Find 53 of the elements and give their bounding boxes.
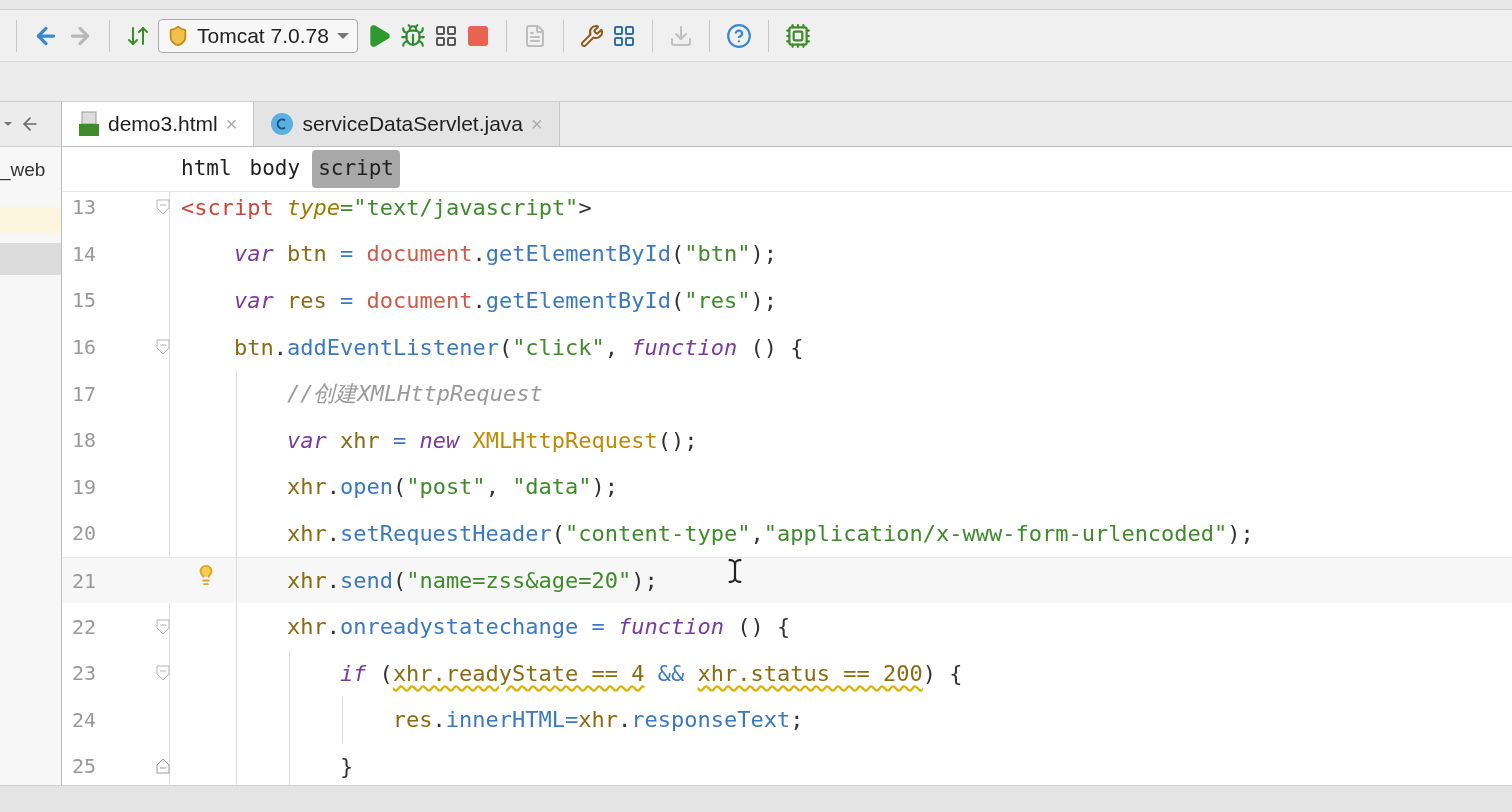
fold-marker-icon[interactable] — [155, 199, 170, 216]
code-line: var xhr = new XMLHttpRequest(); — [286, 426, 698, 455]
tab-label: demo3.html — [108, 111, 218, 138]
fold-marker-icon[interactable] — [155, 618, 170, 635]
editor-tab[interactable]: serviceDataServlet.java × — [254, 102, 560, 146]
breadcrumb[interactable]: body — [243, 150, 307, 188]
breadcrumb[interactable]: html — [175, 150, 238, 188]
line-number: 19 — [71, 473, 98, 501]
code-line: //创建XMLHttpRequest — [286, 380, 543, 409]
line-number: 15 — [71, 287, 98, 315]
breadcrumb[interactable]: script — [312, 150, 400, 188]
line-number: 14 — [71, 240, 98, 268]
line-number: 22 — [71, 613, 98, 641]
tab-label: serviceDataServlet.java — [302, 111, 523, 138]
project-name[interactable]: _web — [0, 155, 46, 185]
line-number: 21 — [71, 567, 98, 595]
caret-icon — [4, 122, 12, 126]
help-icon[interactable] — [725, 22, 752, 49]
fold-marker-icon[interactable] — [155, 339, 170, 356]
coverage-icon[interactable] — [433, 23, 458, 48]
code-line: } — [339, 752, 354, 781]
fold-marker-icon[interactable] — [155, 758, 170, 775]
line-number: 23 — [71, 660, 98, 688]
code-line: xhr.setRequestHeader("content-type","application/x-www-form-urlencoded"); — [286, 519, 1254, 548]
code-line: var btn = document.getElementById("btn"); — [233, 240, 778, 269]
line-number: 20 — [71, 520, 98, 548]
chip-icon[interactable] — [784, 22, 811, 49]
run-config-dropdown[interactable]: Tomcat 7.0.78 — [158, 18, 358, 53]
line-number: 24 — [71, 706, 98, 734]
download-icon[interactable] — [668, 23, 693, 48]
html-file-icon — [78, 111, 100, 137]
code-line: res.innerHTML=xhr.responseText; — [392, 706, 804, 735]
settings-icon[interactable] — [579, 23, 604, 48]
code-line: xhr.onreadystatechange = function () { — [286, 613, 791, 642]
fold-marker-icon[interactable] — [155, 665, 170, 682]
line-number: 13 — [71, 194, 98, 222]
code-line: var res = document.getElementById("res"); — [233, 287, 778, 315]
code-line: btn.addEventListener("click", function () { — [233, 333, 804, 362]
line-number: 25 — [71, 753, 98, 781]
code-line: xhr.open("post", "data"); — [286, 473, 619, 502]
line-number: 17 — [71, 380, 98, 408]
code-line: <script type="text/javascript"> — [181, 193, 592, 222]
code-line: xhr.send("name=zss&age=20"); — [286, 567, 658, 596]
stop-icon[interactable] — [465, 23, 490, 48]
caret-icon — [336, 32, 349, 39]
line-number: 18 — [71, 427, 98, 455]
code-line: if (xhr.readyState == 4 && xhr.status == 200) { — [339, 659, 963, 688]
structure-icon[interactable] — [611, 23, 636, 48]
shield-icon — [167, 24, 189, 47]
editor-tab[interactable]: demo3.html × — [62, 102, 255, 146]
line-number: 16 — [71, 334, 98, 362]
class-file-icon — [270, 112, 295, 136]
debug-icon[interactable] — [399, 22, 426, 49]
